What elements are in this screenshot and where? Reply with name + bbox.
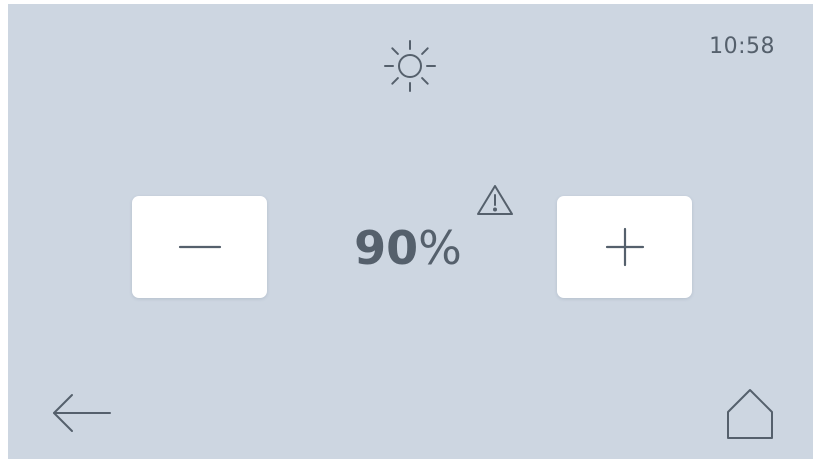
warning-icon	[475, 182, 515, 218]
minus-icon	[178, 245, 221, 249]
clock: 10:58	[709, 34, 775, 59]
decrease-button[interactable]	[132, 196, 267, 298]
back-button[interactable]	[48, 390, 114, 436]
level-number: 90	[354, 221, 419, 275]
increase-button[interactable]	[557, 196, 692, 298]
home-icon	[727, 389, 773, 439]
sun-icon	[380, 36, 440, 96]
level-unit: %	[418, 221, 462, 275]
level-value: 90%	[328, 218, 488, 278]
arrow-left-icon	[53, 394, 111, 432]
home-button[interactable]	[722, 384, 778, 444]
plus-icon	[605, 227, 644, 267]
brightness-screen: 10:58 90%	[8, 4, 813, 459]
